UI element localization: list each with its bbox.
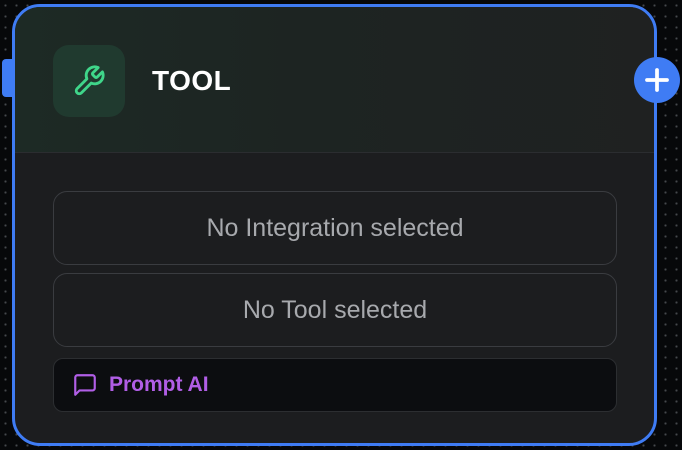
canvas: TOOL No Integration selected No Tool sel… bbox=[0, 0, 682, 450]
wrench-icon bbox=[74, 65, 105, 96]
add-output-button[interactable] bbox=[634, 57, 680, 103]
node-icon-box bbox=[53, 45, 125, 117]
message-square-icon bbox=[74, 374, 96, 396]
prompt-ai-button[interactable]: Prompt AI bbox=[53, 358, 617, 412]
prompt-ai-label: Prompt AI bbox=[109, 373, 209, 396]
plus-icon bbox=[645, 68, 669, 92]
node-header: TOOL bbox=[15, 7, 654, 153]
node-body: No Integration selected No Tool selected… bbox=[15, 154, 654, 443]
integration-select-button[interactable]: No Integration selected bbox=[53, 191, 617, 265]
tool-node[interactable]: TOOL No Integration selected No Tool sel… bbox=[12, 4, 657, 446]
node-title: TOOL bbox=[152, 65, 232, 96]
tool-select-button[interactable]: No Tool selected bbox=[53, 273, 617, 347]
